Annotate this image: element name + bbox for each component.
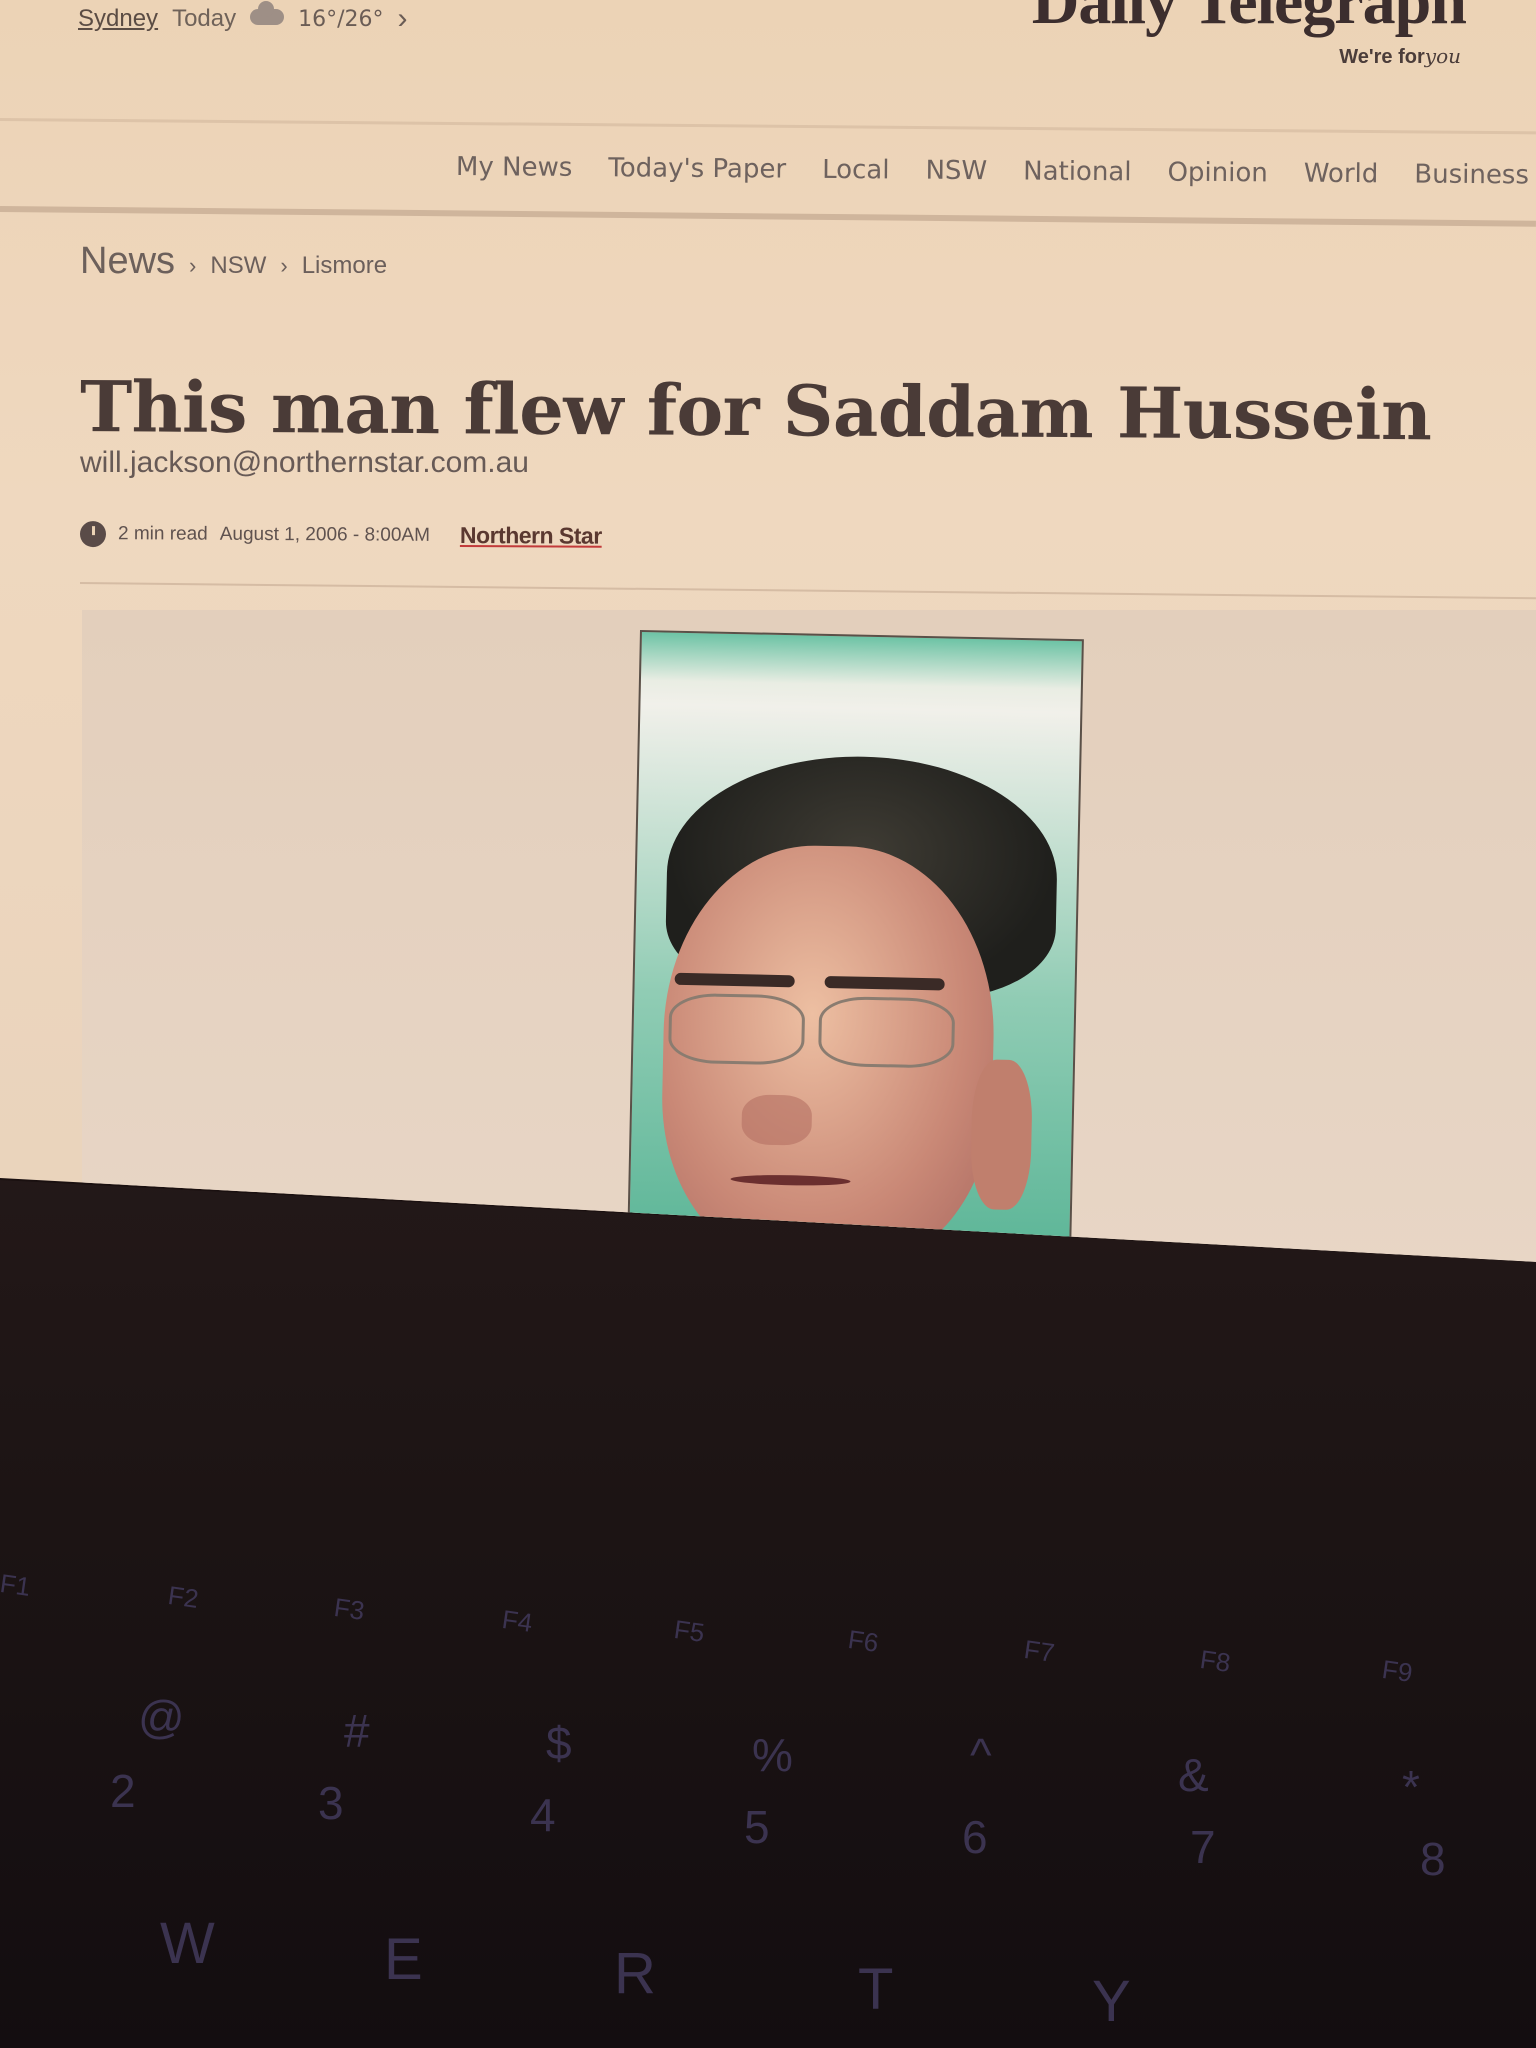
key-ampersand[interactable]: & [1178, 1748, 1209, 1802]
breadcrumb-nsw[interactable]: NSW [210, 252, 266, 280]
header-divider [0, 118, 1536, 135]
weather-city[interactable]: Sydney [78, 5, 158, 33]
nav-item-business[interactable]: Business [1414, 160, 1529, 191]
weather-day: Today [172, 5, 237, 32]
glasses-lens-right [817, 995, 956, 1069]
key-6[interactable]: 6 [962, 1810, 988, 1864]
source-logo[interactable]: Northern Star [460, 522, 602, 550]
glasses-lens-left [667, 992, 806, 1066]
key-3[interactable]: 3 [318, 1776, 344, 1830]
nav-item-world[interactable]: World [1304, 159, 1379, 190]
browser-screen: Sydney Today 16°/26° › Daily Telegraph W… [0, 0, 1536, 1262]
key-f8[interactable]: F8 [1198, 1644, 1232, 1679]
key-hash[interactable]: # [344, 1704, 370, 1758]
tagline: We're foryou [1339, 44, 1461, 69]
breadcrumb-news[interactable]: News [80, 240, 175, 283]
nav-item-local[interactable]: Local [822, 155, 890, 186]
key-f7[interactable]: F7 [1022, 1634, 1056, 1669]
site-logo[interactable]: Daily Telegraph [1032, 0, 1467, 40]
weather-temperature: 16°/26° [298, 6, 384, 32]
publish-date: August 1, 2006 - 8:00AM [219, 523, 431, 546]
key-e[interactable]: E [384, 1926, 423, 1993]
brow-right [824, 975, 945, 991]
key-at[interactable]: @ [138, 1690, 185, 1744]
key-y[interactable]: Y [1092, 1968, 1131, 2035]
tagline-script: you [1424, 44, 1461, 68]
chevron-right-icon: › [280, 253, 288, 278]
breadcrumb-lismore[interactable]: Lismore [302, 252, 387, 280]
article-byline[interactable]: will.jackson@northernstar.com.au [80, 446, 529, 480]
brow-left [674, 972, 795, 988]
breadcrumb: News › NSW › Lismore [80, 240, 387, 283]
key-2[interactable]: 2 [110, 1764, 136, 1818]
key-caret[interactable]: ^ [970, 1728, 992, 1782]
laptop-keyboard: F1 F2 F3 F4 F5 F6 F7 F8 F9 @ # $ % ^ & *… [0, 1520, 1536, 2048]
chevron-right-icon[interactable]: › [398, 4, 408, 34]
article-photo[interactable] [627, 630, 1084, 1244]
key-f9[interactable]: F9 [1380, 1654, 1414, 1689]
tagline-prefix: We're for [1339, 46, 1425, 68]
article-title: This man flew for Saddam Hussein [79, 364, 1432, 457]
key-8[interactable]: 8 [1420, 1832, 1446, 1886]
key-f5[interactable]: F5 [672, 1614, 706, 1649]
key-5[interactable]: 5 [744, 1800, 770, 1854]
nav-item-nsw[interactable]: NSW [925, 156, 987, 186]
chevron-right-icon: › [189, 253, 197, 278]
weather-widget[interactable]: Sydney Today 16°/26° › [78, 1, 408, 34]
read-time: 2 min read [117, 522, 208, 545]
cloud-icon [250, 1, 285, 25]
key-f2[interactable]: F2 [166, 1580, 200, 1615]
key-f1[interactable]: F1 [0, 1568, 32, 1603]
key-4[interactable]: 4 [530, 1788, 556, 1842]
key-f4[interactable]: F4 [500, 1604, 534, 1639]
main-nav: My News Today's Paper Local NSW National… [456, 152, 1529, 190]
photo-glasses [653, 972, 1015, 1080]
key-f3[interactable]: F3 [332, 1592, 366, 1627]
key-percent[interactable]: % [752, 1728, 793, 1782]
key-w[interactable]: W [160, 1910, 215, 1977]
key-r[interactable]: R [614, 1940, 656, 2007]
key-f6[interactable]: F6 [846, 1624, 880, 1659]
nav-item-national[interactable]: National [1023, 156, 1132, 187]
article-meta: 2 min read August 1, 2006 - 8:00AM North… [79, 520, 602, 550]
nav-item-todays-paper[interactable]: Today's Paper [608, 153, 786, 184]
key-7[interactable]: 7 [1190, 1820, 1216, 1874]
photo-nose [741, 1094, 813, 1146]
nav-divider [0, 206, 1536, 227]
nav-item-my-news[interactable]: My News [456, 152, 573, 183]
key-dollar[interactable]: $ [546, 1716, 572, 1770]
clock-icon [79, 520, 107, 547]
photo-ear [969, 1059, 1034, 1211]
meta-divider [79, 582, 1536, 600]
key-t[interactable]: T [858, 1956, 893, 2023]
nav-item-opinion[interactable]: Opinion [1167, 158, 1268, 189]
key-asterisk[interactable]: * [1402, 1760, 1420, 1814]
